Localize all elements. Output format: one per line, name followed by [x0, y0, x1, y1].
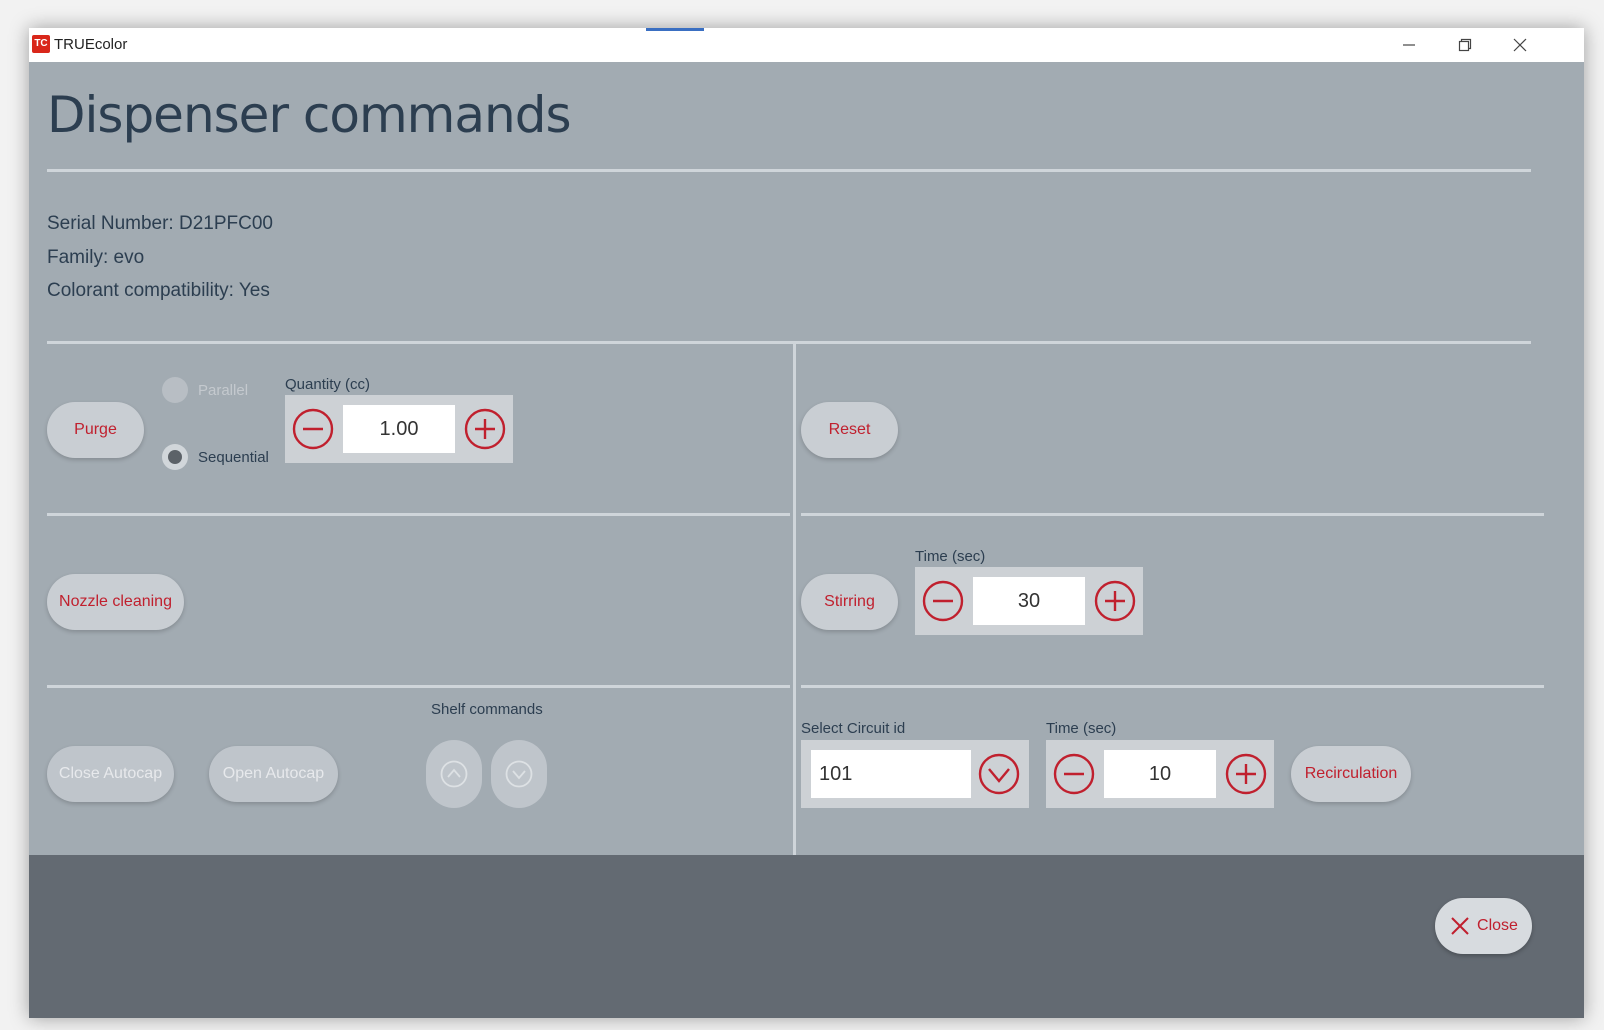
stirring-button[interactable]: Stirring [801, 574, 898, 630]
column-divider [793, 342, 796, 855]
app-logo-icon: TC [32, 35, 50, 53]
divider [47, 685, 790, 688]
divider [47, 169, 1531, 172]
title-bar-accent [646, 28, 704, 31]
quantity-label: Quantity (cc) [285, 376, 371, 393]
recirculation-button[interactable]: Recirculation [1291, 746, 1411, 802]
divider [47, 513, 790, 516]
divider [801, 513, 1544, 516]
title-bar: TC TRUEcolor [29, 28, 1584, 62]
minus-circle-icon[interactable] [921, 579, 965, 623]
plus-circle-icon[interactable] [1224, 752, 1268, 796]
window-title: TRUEcolor [54, 36, 128, 53]
restore-button[interactable] [1437, 28, 1493, 62]
footer-bar [29, 855, 1584, 1018]
circuit-select[interactable]: 101 [801, 740, 1029, 808]
plus-circle-icon[interactable] [463, 407, 507, 451]
divider [801, 685, 1544, 688]
minus-circle-icon[interactable] [291, 407, 335, 451]
recirculation-time-input[interactable]: 10 [1104, 750, 1216, 798]
chevron-down-circle-icon[interactable] [977, 752, 1021, 796]
quantity-stepper: 1.00 [285, 395, 513, 463]
chevron-up-circle-icon [440, 760, 468, 788]
minimize-icon [1403, 44, 1415, 46]
chevron-down-circle-icon [505, 760, 533, 788]
minus-circle-icon[interactable] [1052, 752, 1096, 796]
app-window: TC TRUEcolor Dispenser commands Serial N… [29, 28, 1584, 1018]
stirring-time-stepper: 30 [915, 567, 1143, 635]
close-icon [1513, 38, 1527, 52]
sequential-radio[interactable] [162, 444, 188, 470]
stirring-time-label: Time (sec) [915, 548, 986, 565]
colorant-compatibility-text: Colorant compatibility: Yes [47, 280, 270, 301]
recirculation-time-label: Time (sec) [1046, 720, 1117, 737]
minimize-button[interactable] [1381, 28, 1437, 62]
quantity-input[interactable]: 1.00 [343, 405, 455, 453]
nozzle-cleaning-button[interactable]: Nozzle cleaning [47, 574, 184, 630]
recirculation-time-stepper: 10 [1046, 740, 1274, 808]
window-close-button[interactable] [1492, 28, 1548, 62]
restore-icon [1458, 38, 1472, 52]
close-autocap-button[interactable]: Close Autocap [47, 746, 174, 802]
circuit-select-value[interactable]: 101 [811, 750, 971, 798]
parallel-radio-label: Parallel [198, 382, 249, 399]
sequential-radio-label: Sequential [198, 449, 269, 466]
serial-number-text: Serial Number: D21PFC00 [47, 213, 273, 234]
close-button-label: Close [1477, 917, 1518, 934]
select-circuit-label: Select Circuit id [801, 720, 906, 737]
divider [47, 341, 1531, 344]
family-text: Family: evo [47, 247, 145, 268]
shelf-commands-label: Shelf commands [431, 701, 543, 718]
close-icon [1451, 917, 1469, 935]
plus-circle-icon[interactable] [1093, 579, 1137, 623]
page-title: Dispenser commands [47, 86, 572, 144]
shelf-down-button[interactable] [491, 740, 547, 808]
purge-button[interactable]: Purge [47, 402, 144, 458]
open-autocap-button[interactable]: Open Autocap [209, 746, 338, 802]
shelf-up-button[interactable] [426, 740, 482, 808]
reset-button[interactable]: Reset [801, 402, 898, 458]
close-button[interactable]: Close [1435, 898, 1532, 954]
parallel-radio[interactable] [162, 377, 188, 403]
stirring-time-input[interactable]: 30 [973, 577, 1085, 625]
